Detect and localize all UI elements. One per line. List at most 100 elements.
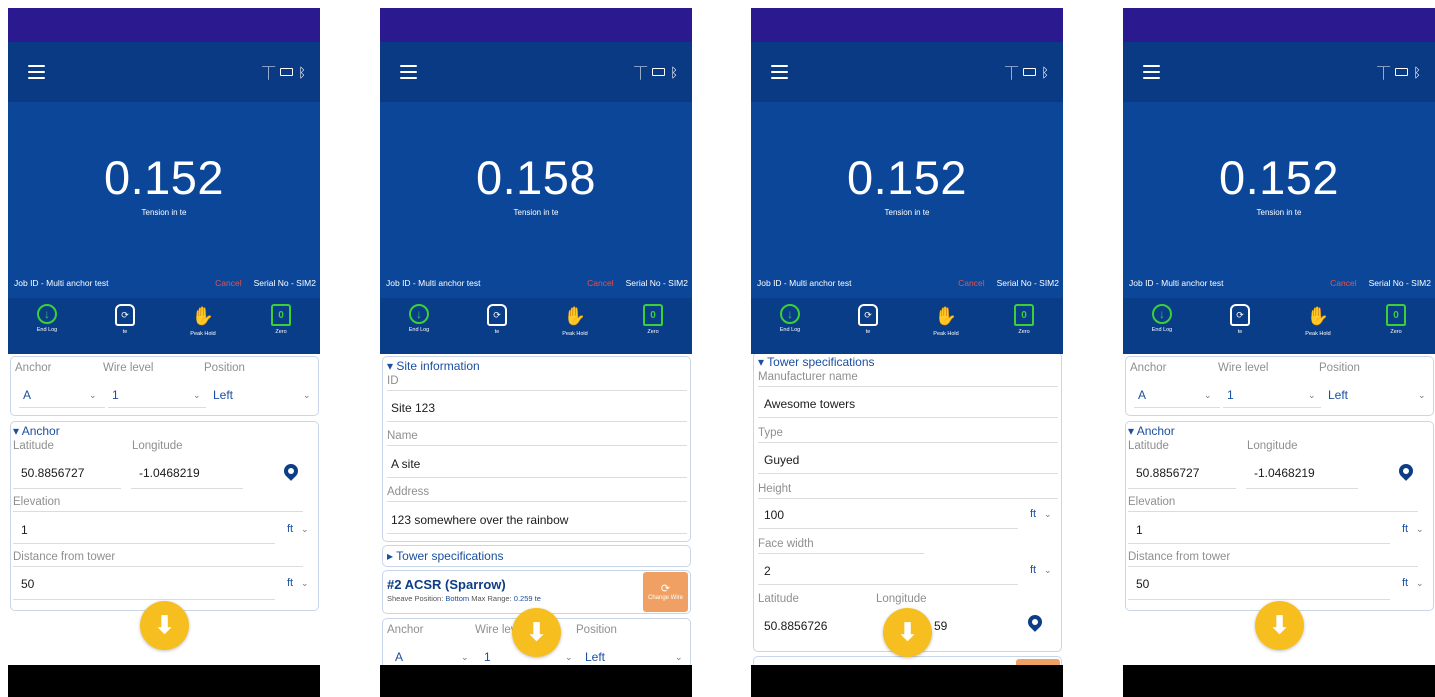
anchor-select[interactable]: A: [23, 388, 31, 402]
phone-screen-1: ⏉ ᛒ 0.152 Tension in te Job ID - Multi a…: [8, 8, 320, 697]
peak-hold-button[interactable]: ✋ Peak Hold: [173, 304, 233, 338]
wire-level-select[interactable]: 1: [484, 650, 491, 664]
job-info-row: Job ID - Multi anchor test Cancel Serial…: [14, 278, 316, 288]
hamburger-menu-icon[interactable]: [400, 65, 417, 79]
zero-button[interactable]: 0 Zero: [1366, 304, 1426, 335]
location-pin-icon[interactable]: [281, 461, 301, 481]
scroll-content[interactable]: ▾ Tower specifications Manufacturer name…: [751, 354, 1063, 665]
longitude-field[interactable]: -1.0468219: [1254, 466, 1315, 480]
longitude-field[interactable]: 59: [934, 619, 947, 633]
site-address-field[interactable]: 123 somewhere over the rainbow: [391, 513, 568, 527]
site-information-card: ▾ Site information ID Site 123 Name A si…: [382, 356, 691, 542]
units-label: te: [122, 329, 128, 335]
distance-unit-select[interactable]: ft: [1402, 577, 1408, 589]
face-width-unit-select[interactable]: ft: [1030, 564, 1036, 576]
height-label: Height: [758, 483, 792, 495]
zero-weight-icon: 0: [1386, 304, 1406, 326]
elevation-field[interactable]: 1: [1136, 523, 1143, 537]
zero-button[interactable]: 0 Zero: [251, 304, 311, 335]
latitude-field[interactable]: 50.8856727: [21, 466, 84, 480]
tension-unit-label: Tension in te: [1256, 208, 1302, 217]
height-field[interactable]: 100: [764, 508, 784, 522]
distance-field[interactable]: 50: [21, 577, 34, 591]
scroll-down-fab[interactable]: ⬇: [140, 601, 189, 650]
cancel-button[interactable]: Cancel: [215, 278, 241, 288]
position-label: Position: [204, 362, 245, 374]
hamburger-menu-icon[interactable]: [28, 65, 45, 79]
hamburger-menu-icon[interactable]: [771, 65, 788, 79]
scroll-down-fab[interactable]: ⬇: [1255, 601, 1304, 650]
scroll-content[interactable]: Anchor Wire level Position A ⌄ 1 ⌄ Left …: [8, 354, 320, 665]
peak-hold-button[interactable]: ✋ Peak Hold: [545, 304, 605, 338]
hamburger-menu-icon[interactable]: [1143, 65, 1160, 79]
elevation-unit-select[interactable]: ft: [287, 523, 293, 535]
peak-hold-label: Peak Hold: [562, 331, 588, 337]
wire-level-select[interactable]: 1: [112, 388, 119, 402]
connection-status: ⏉ ᛒ: [1005, 63, 1049, 82]
chevron-down-icon: ⌄: [461, 652, 469, 662]
end-log-button[interactable]: ↓ End Log: [760, 304, 820, 333]
peak-hold-button[interactable]: ✋ Peak Hold: [916, 304, 976, 338]
site-name-field[interactable]: A site: [391, 457, 420, 471]
tower-specifications-collapsed[interactable]: ▸ Tower specifications: [382, 545, 691, 567]
latitude-field[interactable]: 50.8856726: [764, 619, 827, 633]
scroll-content[interactable]: Anchor Wire level Position A ⌄ 1 ⌄ Left …: [1123, 354, 1435, 665]
chevron-down-icon: ⌄: [1416, 578, 1424, 588]
anchor-label: Anchor: [1130, 362, 1167, 374]
units-button[interactable]: ⟳ te: [838, 304, 898, 335]
face-width-field[interactable]: 2: [764, 564, 771, 578]
zero-button[interactable]: 0 Zero: [994, 304, 1054, 335]
distance-field[interactable]: 50: [1136, 577, 1149, 591]
end-log-label: End Log: [36, 327, 58, 333]
anchor-section-title[interactable]: ▾ Anchor: [13, 424, 60, 438]
scroll-down-fab[interactable]: ⬇: [512, 608, 561, 657]
max-range-value: 0.259 te: [513, 594, 541, 603]
latitude-field[interactable]: 50.8856727: [1136, 466, 1199, 480]
elevation-unit-select[interactable]: ft: [1402, 523, 1408, 535]
units-button[interactable]: ⟳ te: [95, 304, 155, 335]
site-id-field[interactable]: Site 123: [391, 401, 435, 415]
face-width-label: Face width: [758, 538, 814, 550]
chevron-down-icon: ⌄: [1308, 390, 1316, 400]
longitude-field[interactable]: -1.0468219: [139, 466, 200, 480]
tension-reading: 0.152: [1218, 151, 1340, 204]
position-select[interactable]: Left: [1328, 388, 1348, 402]
wire-level-select[interactable]: 1: [1227, 388, 1234, 402]
scroll-down-fab[interactable]: ⬇: [883, 608, 932, 657]
type-field[interactable]: Guyed: [764, 453, 799, 467]
chevron-down-icon: ⌄: [301, 524, 309, 534]
anchor-select[interactable]: A: [395, 650, 403, 664]
location-pin-icon[interactable]: [1025, 612, 1045, 632]
end-log-button[interactable]: ↓ End Log: [17, 304, 77, 333]
weight-units-icon: ⟳: [487, 304, 507, 326]
zero-button[interactable]: 0 Zero: [623, 304, 683, 335]
end-log-button[interactable]: ↓ End Log: [389, 304, 449, 333]
distance-unit-select[interactable]: ft: [287, 577, 293, 589]
phone-screen-2: ⏉ ᛒ 0.158 Tension in te Job ID - Multi a…: [380, 8, 692, 697]
zero-weight-icon: 0: [1014, 304, 1034, 326]
cancel-button[interactable]: Cancel: [587, 278, 613, 288]
scroll-content[interactable]: ▾ Site information ID Site 123 Name A si…: [380, 354, 692, 665]
tower-spec-section-title[interactable]: ▾ Tower specifications: [758, 355, 875, 369]
anchor-section-title[interactable]: ▾ Anchor: [1128, 424, 1175, 438]
manufacturer-field[interactable]: Awesome towers: [764, 397, 855, 411]
app-bar: ⏉ ᛒ: [380, 42, 692, 102]
cancel-button[interactable]: Cancel: [1330, 278, 1356, 288]
tower-spec-toggle[interactable]: ▸ Tower specifications: [387, 549, 504, 563]
units-button[interactable]: ⟳ te: [1210, 304, 1270, 335]
height-unit-select[interactable]: ft: [1030, 508, 1036, 520]
position-select[interactable]: Left: [213, 388, 233, 402]
anchor-select[interactable]: A: [1138, 388, 1146, 402]
units-button[interactable]: ⟳ te: [467, 304, 527, 335]
cancel-button[interactable]: Cancel: [958, 278, 984, 288]
peak-hold-button[interactable]: ✋ Peak Hold: [1288, 304, 1348, 338]
change-wire-button[interactable]: ⟳ Change Wire: [643, 572, 688, 612]
end-log-button[interactable]: ↓ End Log: [1132, 304, 1192, 333]
status-bar: [380, 8, 692, 42]
bluetooth-icon: ᛒ: [298, 64, 306, 80]
elevation-field[interactable]: 1: [21, 523, 28, 537]
position-select[interactable]: Left: [585, 650, 605, 664]
location-pin-icon[interactable]: [1396, 461, 1416, 481]
site-section-title[interactable]: ▾ Site information: [387, 359, 480, 373]
action-toolbar: ↓ End Log ⟳ te ✋ Peak Hold 0 Zero: [8, 298, 320, 354]
